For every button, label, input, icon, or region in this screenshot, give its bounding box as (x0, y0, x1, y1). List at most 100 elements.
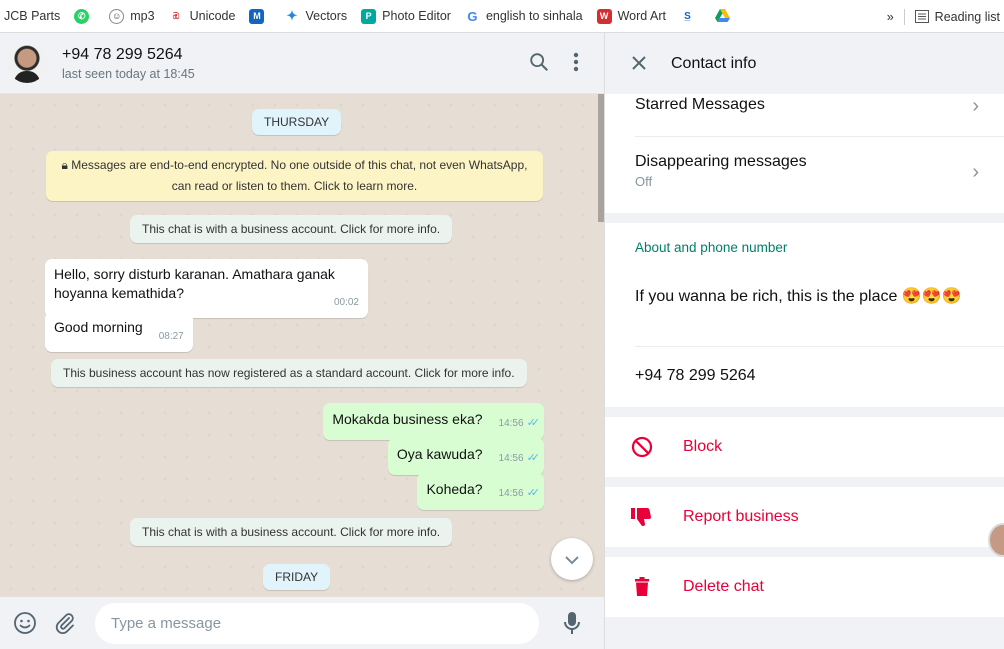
time-value: 14:56 (498, 488, 524, 499)
delete-chat-row[interactable]: Delete chat (605, 557, 1004, 617)
business-notice[interactable]: This chat is with a business account. Cl… (130, 518, 453, 546)
outgoing-message[interactable]: Oya kawuda? 14:56 ✓✓ (387, 438, 544, 475)
bookmark-jcb-parts[interactable]: JCB Parts (4, 9, 60, 23)
outgoing-message[interactable]: Koheda? 14:56 ✓✓ (417, 473, 544, 510)
search-icon[interactable] (528, 51, 550, 78)
bookmark-label: mp3 (130, 9, 155, 23)
thumbs-down-icon (631, 507, 653, 527)
lock-icon: 🔒︎ (61, 158, 68, 172)
message-time: 14:56 ✓✓ (498, 414, 541, 433)
menu-icon[interactable] (572, 51, 580, 78)
block-icon (631, 436, 653, 458)
whatsapp-icon: ✆ (74, 8, 90, 24)
more-bookmarks-button[interactable]: » (887, 10, 894, 24)
trash-icon (631, 577, 653, 597)
message-text: Mokakda business eka? (332, 411, 483, 427)
divider (635, 136, 1004, 137)
read-ticks-icon: ✓✓ (526, 487, 541, 499)
chat-options-card: Starred Messages › Disappearing messages… (605, 94, 1004, 213)
bookmark-vectors[interactable]: ✦ Vectors (284, 8, 347, 24)
chevron-right-icon: › (972, 161, 979, 183)
bookmark-label: Word Art (617, 9, 666, 23)
message-input[interactable] (95, 602, 539, 644)
bookmark-9[interactable]: S̲ (679, 8, 701, 24)
block-label: Block (683, 438, 723, 455)
starred-messages-row[interactable]: Starred Messages › (605, 94, 1004, 136)
delete-label: Delete chat (683, 578, 764, 595)
phone-number[interactable]: +94 78 299 5264 (635, 367, 756, 385)
microphone-icon[interactable] (562, 611, 582, 635)
header-actions (528, 51, 580, 78)
disappearing-messages-row[interactable]: Disappearing messages Off › (605, 153, 1004, 189)
time-value: 14:56 (498, 453, 524, 464)
report-business-row[interactable]: Report business (605, 487, 1004, 547)
bookmark-google-drive[interactable] (714, 9, 736, 24)
standard-account-notice[interactable]: This business account has now registered… (51, 359, 527, 387)
about-section-title: About and phone number (635, 240, 788, 255)
last-seen: last seen today at 18:45 (62, 66, 195, 81)
bookmark-4[interactable]: M (249, 8, 270, 24)
business-notice[interactable]: This chat is with a business account. Cl… (130, 215, 453, 243)
close-icon[interactable] (631, 50, 647, 78)
bookmark-english-to-sinhala[interactable]: G english to sinhala (464, 8, 583, 24)
bookmark-label: Unicode (189, 9, 236, 23)
contact-info-panel: Contact info Starred Messages › Disappea… (604, 33, 1004, 649)
starred-label: Starred Messages (635, 96, 765, 113)
unicode-icon: ඹ (168, 8, 184, 24)
incoming-message[interactable]: Good morning 08:27 (45, 312, 193, 352)
scroll-down-button[interactable] (551, 538, 593, 580)
message-time: 14:56 ✓✓ (498, 484, 541, 503)
about-card: About and phone number If you wanna be r… (605, 223, 1004, 407)
read-ticks-icon: ✓✓ (526, 417, 541, 429)
messages-area[interactable]: THURSDAY 🔒︎ Messages are end-to-end encr… (0, 94, 604, 597)
message-time: 00:02 (333, 297, 359, 308)
attach-icon[interactable] (53, 611, 77, 635)
bookmark-label: JCB Parts (4, 9, 61, 23)
block-row[interactable]: Block (605, 417, 1004, 477)
date-divider: FRIDAY (263, 564, 331, 590)
vectors-icon: ✦ (284, 8, 300, 24)
contact-summary[interactable]: +94 78 299 5264 last seen today at 18:45 (62, 46, 195, 81)
message-text: Oya kawuda? (396, 446, 483, 462)
bookmark-whatsapp[interactable]: ✆ (74, 8, 95, 24)
word-art-icon: W (596, 8, 612, 24)
bookmark-photo-editor[interactable]: P Photo Editor (361, 8, 451, 24)
google-drive-icon (714, 9, 730, 24)
bookmark-label: english to sinhala (485, 9, 583, 23)
chevron-down-icon (564, 549, 580, 570)
bookmark-label: Photo Editor (382, 9, 451, 23)
reading-list-icon (914, 10, 929, 23)
avatar[interactable] (7, 43, 47, 83)
read-ticks-icon: ✓✓ (526, 452, 541, 464)
reading-list-button[interactable]: Reading list (935, 10, 1000, 24)
bookmarks-bar: JCB Parts ✆ ☺ mp3 ඹ Unicode M ✦ Vectors … (0, 0, 1004, 33)
about-text: If you wanna be rich, this is the place … (635, 288, 962, 305)
encryption-notice[interactable]: 🔒︎ Messages are end-to-end encrypted. No… (46, 151, 543, 201)
photo-editor-icon: P (361, 8, 377, 24)
app-icon: M (249, 8, 265, 24)
message-text: Good morning (54, 319, 143, 335)
disappearing-value: Off (635, 174, 653, 189)
disappearing-label: Disappearing messages (635, 153, 807, 170)
time-value: 14:56 (498, 418, 524, 429)
contact-name: +94 78 299 5264 (62, 45, 183, 63)
emoji-icon[interactable] (13, 611, 37, 635)
outgoing-message[interactable]: Mokakda business eka? 14:56 ✓✓ (323, 403, 544, 440)
bookmark-unicode[interactable]: ඹ Unicode (168, 8, 236, 24)
date-divider: THURSDAY (252, 109, 342, 135)
bookmark-word-art[interactable]: W Word Art (596, 8, 666, 24)
encryption-text: Messages are end-to-end encrypted. No on… (71, 158, 528, 193)
chat-header[interactable]: +94 78 299 5264 last seen today at 18:45 (0, 33, 604, 94)
incoming-message[interactable]: Hello, sorry disturb karanan. Amathara g… (45, 259, 368, 318)
report-label: Report business (683, 508, 799, 525)
bookmarks-right: » Reading list (887, 0, 1000, 33)
contact-info-header: Contact info (605, 33, 1004, 94)
signature-icon: S̲ (679, 8, 695, 24)
message-text: Koheda? (426, 481, 483, 497)
google-icon: G (464, 8, 480, 24)
chat-panel: +94 78 299 5264 last seen today at 18:45… (0, 33, 604, 649)
message-time: 14:56 ✓✓ (498, 449, 541, 468)
divider (635, 346, 1004, 347)
bookmark-mp3[interactable]: ☺ mp3 (109, 8, 155, 24)
smiley-icon: ☺ (109, 8, 125, 24)
